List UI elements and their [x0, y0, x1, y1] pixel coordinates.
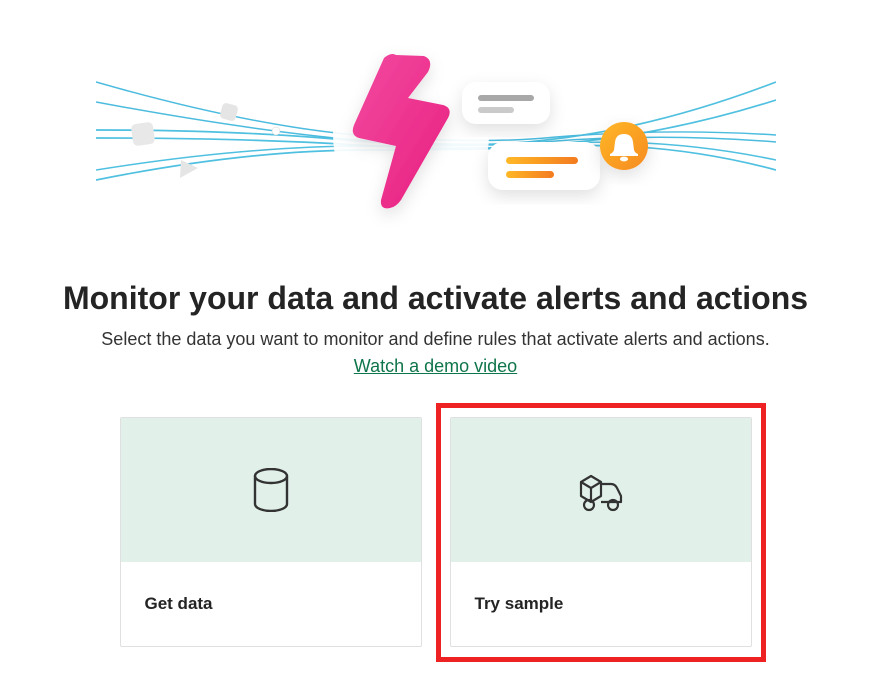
get-data-label: Get data — [145, 594, 213, 614]
get-data-card[interactable]: Get data — [120, 417, 422, 647]
get-data-icon-area — [121, 418, 421, 562]
page-subtitle: Select the data you want to monitor and … — [101, 329, 769, 350]
try-sample-label-area: Try sample — [451, 562, 751, 646]
try-sample-label: Try sample — [475, 594, 564, 614]
page-title: Monitor your data and activate alerts an… — [63, 280, 808, 317]
try-sample-icon-area — [451, 418, 751, 562]
truck-icon — [575, 468, 627, 512]
watch-demo-link[interactable]: Watch a demo video — [354, 356, 517, 377]
action-cards-row: Get data Try sample — [120, 417, 752, 647]
get-data-label-area: Get data — [121, 562, 421, 646]
hero-illustration — [96, 20, 776, 230]
database-icon — [251, 468, 291, 512]
try-sample-card[interactable]: Try sample — [450, 417, 752, 647]
